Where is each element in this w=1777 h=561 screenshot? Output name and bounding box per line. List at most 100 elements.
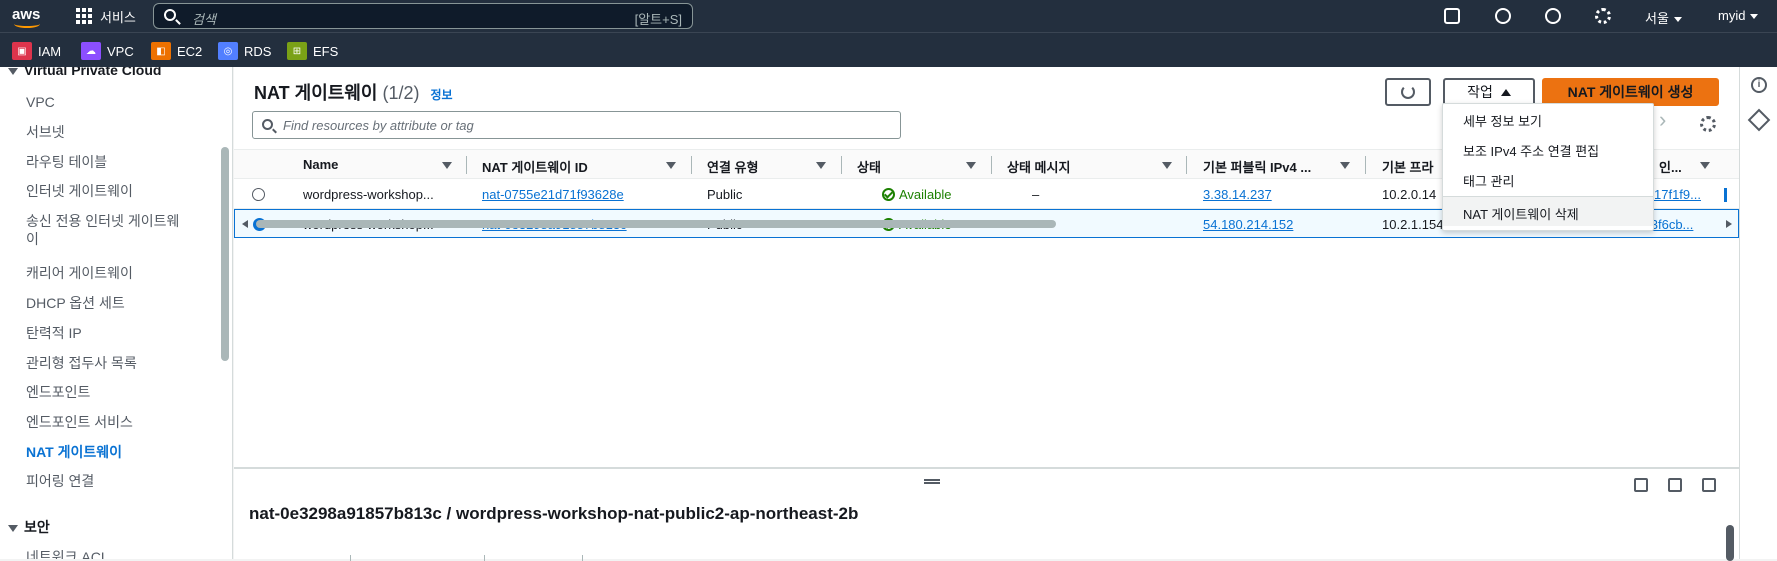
hexagon-icon[interactable]: [1747, 108, 1771, 132]
cell-public-ip-link[interactable]: 3.38.14.237: [1203, 187, 1272, 202]
sidebar-item-dhcp-options[interactable]: DHCP 옵션 세트: [26, 294, 186, 312]
column-eni[interactable]: 인...: [1659, 157, 1682, 176]
actions-button[interactable]: 작업: [1443, 78, 1535, 106]
region-selector[interactable]: 서울: [1645, 8, 1682, 27]
sort-icon[interactable]: [1162, 162, 1172, 169]
column-state[interactable]: 상태: [857, 157, 881, 176]
column-nat-id[interactable]: NAT 게이트웨이 ID: [482, 157, 588, 176]
filter-input[interactable]: Find resources by attribute or tag: [252, 111, 901, 139]
account-menu[interactable]: myid: [1718, 8, 1759, 23]
sidebar-scrollbar[interactable]: [221, 147, 229, 361]
panel-hide-icon[interactable]: [1702, 478, 1716, 492]
services-menu-button[interactable]: 서비스: [76, 0, 136, 32]
sidebar-item-peering[interactable]: 피어링 연결: [26, 472, 186, 490]
actions-label: 작업: [1467, 84, 1493, 100]
sidebar-item-egress-only-gateways[interactable]: 송신 전용 인터넷 게이트웨이: [26, 212, 186, 248]
chevron-down-icon: [1673, 17, 1682, 23]
top-navigation: aws 서비스 검색 [알트+S] 서울 myid: [0, 0, 1777, 32]
info-icon[interactable]: i: [1751, 77, 1767, 93]
cell-eni-link[interactable]: 17f1f9...: [1654, 187, 1701, 202]
panel-bottom-icon[interactable]: [1634, 478, 1648, 492]
sort-icon[interactable]: [666, 162, 676, 169]
ec2-icon: ◧: [151, 42, 171, 60]
global-search-input[interactable]: 검색 [알트+S]: [153, 3, 693, 29]
column-private-ip[interactable]: 기본 프라: [1382, 157, 1433, 176]
sidebar-item-endpoint-services[interactable]: 엔드포인트 서비스: [26, 413, 186, 431]
search-placeholder: 검색: [192, 12, 216, 27]
sidebar-item-endpoints[interactable]: 엔드포인트: [26, 383, 186, 401]
column-divider: [582, 555, 583, 561]
scroll-left-icon[interactable]: [242, 220, 248, 228]
sidebar-section-vpc[interactable]: Virtual Private Cloud: [8, 67, 161, 78]
cloudshell-icon[interactable]: [1444, 8, 1460, 24]
panel-side-icon[interactable]: [1668, 478, 1682, 492]
sidebar-item-network-acl[interactable]: 네트워크 ACL: [26, 548, 186, 559]
favorite-label: EFS: [313, 43, 339, 59]
details-vertical-scrollbar[interactable]: [1726, 525, 1734, 561]
sidebar-section-security[interactable]: 보안: [8, 517, 50, 537]
bell-icon[interactable]: [1495, 8, 1511, 24]
info-link[interactable]: 정보: [431, 88, 453, 102]
column-divider[interactable]: [691, 156, 692, 174]
column-name[interactable]: Name: [303, 157, 338, 172]
favorite-ec2[interactable]: ◧ EC2: [151, 42, 202, 60]
menu-item-delete-nat-gateway[interactable]: NAT 게이트웨이 삭제: [1443, 196, 1653, 226]
search-icon: [164, 9, 176, 21]
sidebar-item-route-tables[interactable]: 라우팅 테이블: [26, 153, 186, 171]
sidebar-item-elastic-ip[interactable]: 탄력적 IP: [26, 324, 186, 342]
sort-icon[interactable]: [816, 162, 826, 169]
status-text: Available: [899, 187, 952, 202]
column-divider[interactable]: [841, 156, 842, 174]
menu-item-view-details[interactable]: 세부 정보 보기: [1443, 104, 1653, 134]
scroll-thumb[interactable]: [256, 220, 1056, 228]
sidebar-item-carrier-gateways[interactable]: 캐리어 게이트웨이: [26, 264, 186, 282]
region-label: 서울: [1645, 11, 1669, 26]
chevron-down-icon: [1750, 14, 1759, 20]
column-divider[interactable]: [1365, 156, 1366, 174]
favorite-rds[interactable]: ◎ RDS: [218, 42, 271, 60]
selection-count: (1/2): [382, 83, 420, 103]
menu-item-edit-secondary-ipv4[interactable]: 보조 IPv4 주소 연결 편집: [1443, 134, 1653, 164]
column-state-message[interactable]: 상태 메시지: [1007, 157, 1070, 176]
column-divider[interactable]: [466, 156, 467, 174]
favorite-efs[interactable]: ⊞ EFS: [287, 42, 338, 60]
favorite-label: VPC: [107, 43, 134, 59]
table-settings-icon[interactable]: [1700, 116, 1716, 132]
sidebar-item-prefix-lists[interactable]: 관리형 접두사 목록: [26, 354, 186, 372]
create-nat-gateway-button[interactable]: NAT 게이트웨이 생성: [1542, 78, 1719, 106]
sort-icon[interactable]: [966, 162, 976, 169]
refresh-button[interactable]: [1385, 78, 1431, 106]
cell-nat-id-link[interactable]: nat-0755e21d71f93628e: [482, 187, 624, 202]
menu-item-manage-tags[interactable]: 태그 관리: [1443, 164, 1653, 194]
section-label: 보안: [24, 519, 50, 535]
column-connectivity-type[interactable]: 연결 유형: [707, 157, 758, 176]
sidebar-item-nat-gateways[interactable]: NAT 게이트웨이: [26, 443, 186, 461]
sidebar-item-internet-gateways[interactable]: 인터넷 게이트웨이: [26, 182, 186, 200]
row-radio[interactable]: [252, 188, 265, 201]
search-icon: [262, 119, 273, 130]
sidebar-item-subnets[interactable]: 서브넷: [26, 123, 186, 141]
favorite-label: RDS: [244, 43, 272, 59]
sort-icon[interactable]: [442, 162, 452, 169]
title-text: NAT 게이트웨이: [254, 83, 378, 103]
aws-logo-smile: [14, 20, 40, 28]
page-title: NAT 게이트웨이 (1/2) 정보: [254, 79, 453, 105]
column-divider[interactable]: [991, 156, 992, 174]
favorite-iam[interactable]: ▣ IAM: [12, 42, 61, 60]
refresh-icon: [1401, 85, 1415, 99]
sort-icon[interactable]: [1340, 162, 1350, 169]
help-icon[interactable]: [1545, 8, 1561, 24]
column-public-ip[interactable]: 기본 퍼블릭 IPv4 ...: [1203, 157, 1311, 176]
resize-handle-icon[interactable]: [924, 479, 940, 484]
favorite-vpc[interactable]: ☁ VPC: [81, 42, 134, 60]
scroll-right-icon[interactable]: [1726, 220, 1732, 228]
caret-up-icon: [1500, 88, 1511, 96]
cell-type: Public: [707, 187, 743, 202]
services-label: 서비스: [100, 9, 136, 25]
column-divider[interactable]: [1186, 156, 1187, 174]
gear-icon[interactable]: [1595, 8, 1611, 24]
sidebar-item-vpc[interactable]: VPC: [26, 93, 186, 111]
main-panel: NAT 게이트웨이 (1/2) 정보 작업 NAT 게이트웨이 생성 Find …: [234, 67, 1739, 467]
sort-icon[interactable]: [1700, 162, 1710, 169]
next-page-icon[interactable]: ›: [1659, 107, 1666, 133]
